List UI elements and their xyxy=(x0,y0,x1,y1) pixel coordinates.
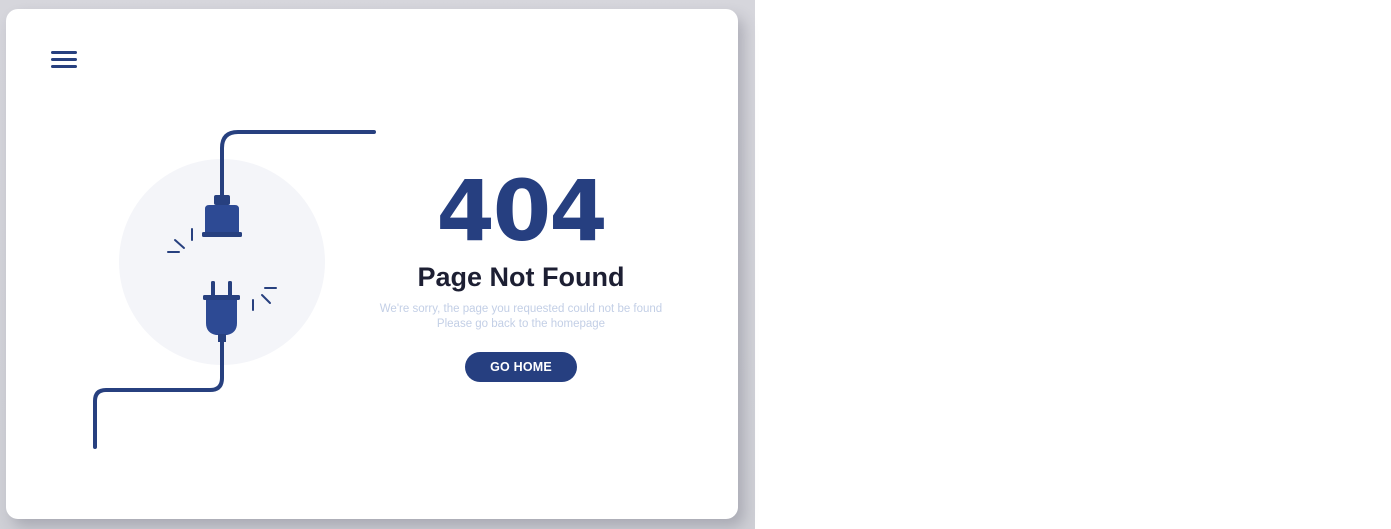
go-home-button[interactable]: GO HOME xyxy=(465,352,577,382)
page-title: Page Not Found xyxy=(417,262,625,292)
error-message-line: Please go back to the homepage xyxy=(436,318,606,330)
error-code: 404 xyxy=(436,162,607,260)
error-card: 404 Page Not Found We're sorry, the page… xyxy=(6,9,738,519)
error-message-line: We're sorry, the page you requested coul… xyxy=(379,303,663,315)
error-message: We're sorry, the page you requested coul… xyxy=(351,302,691,332)
unplugged-cable-icon xyxy=(93,130,376,449)
